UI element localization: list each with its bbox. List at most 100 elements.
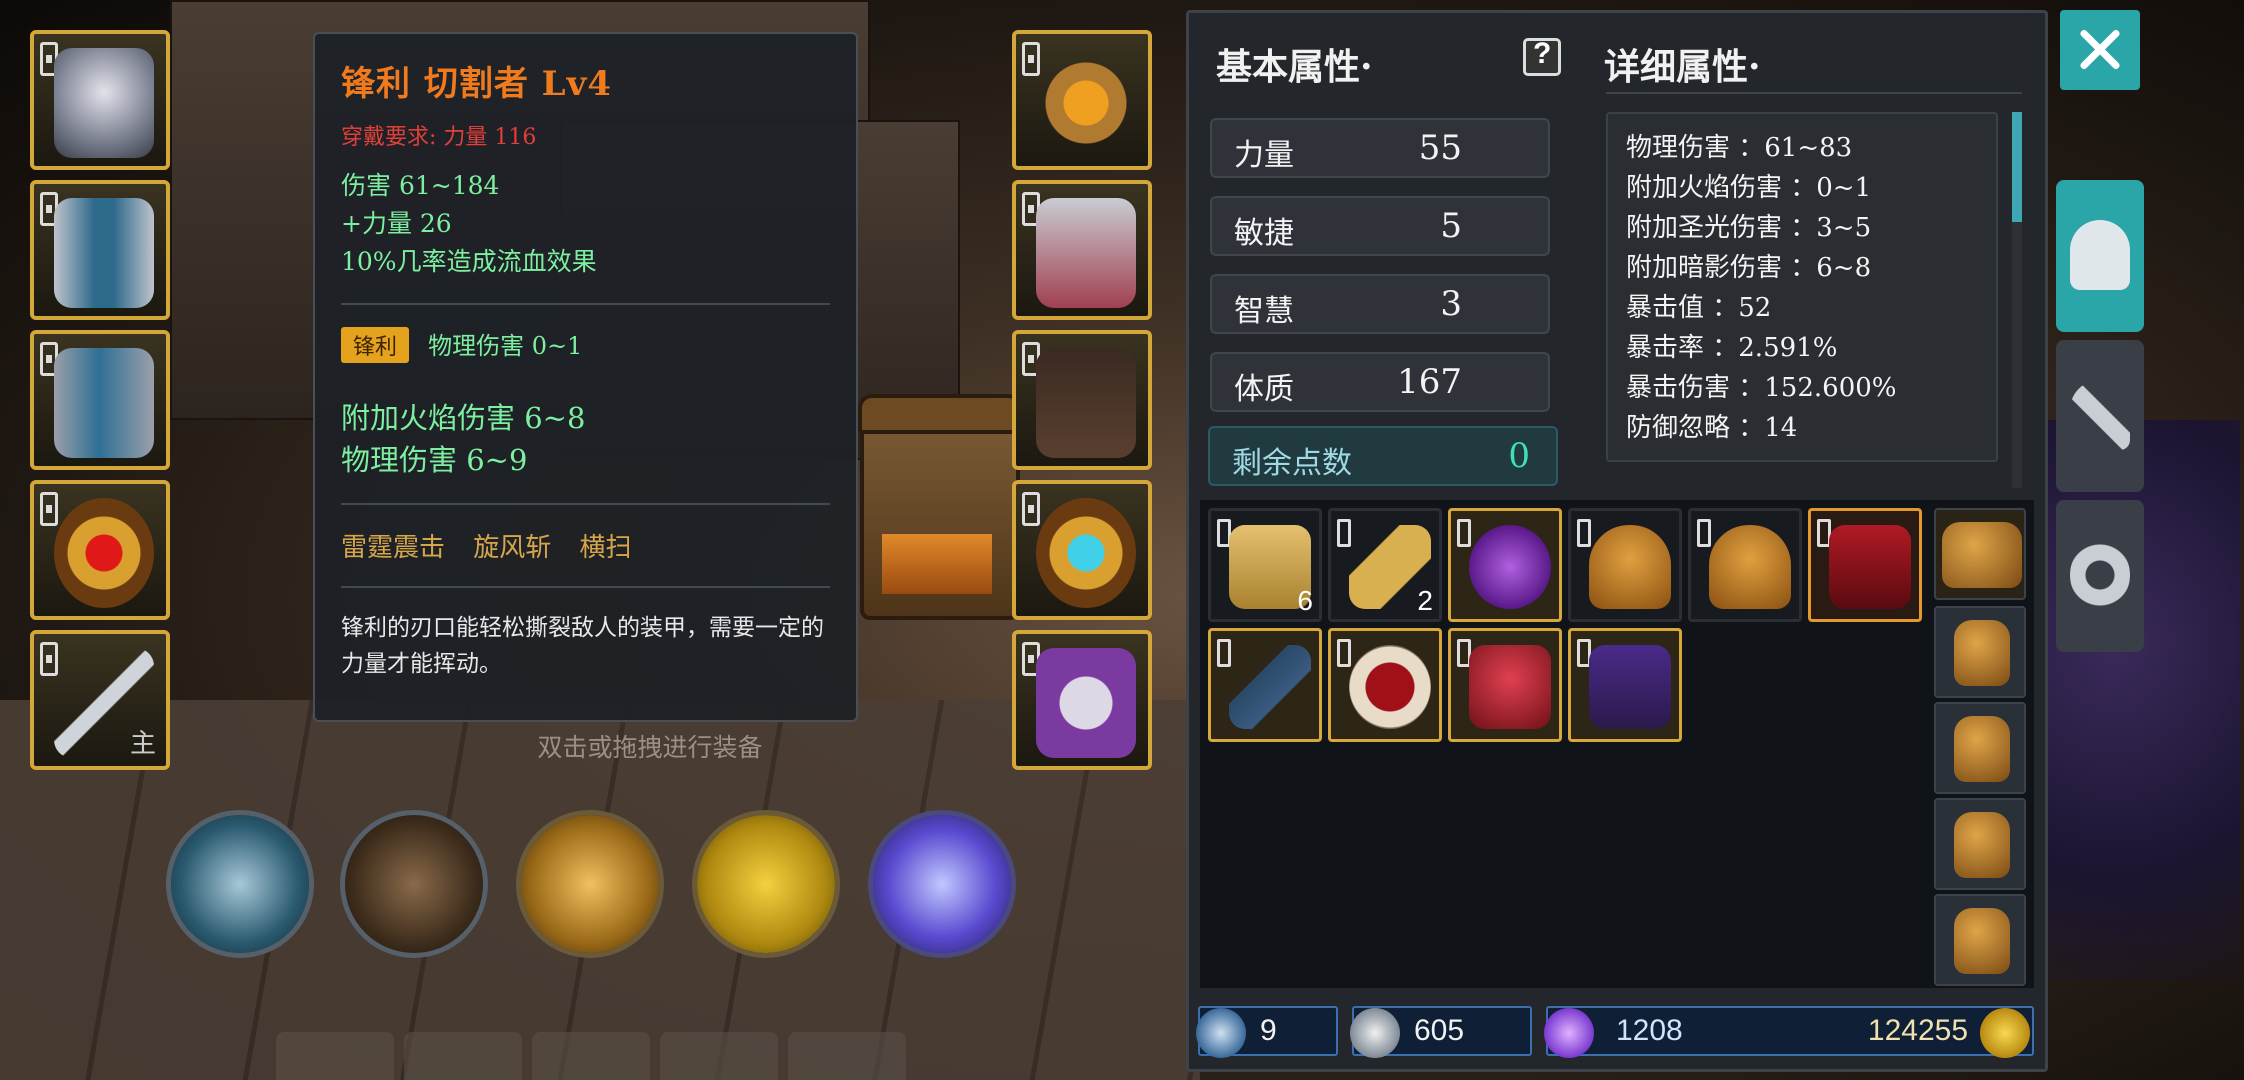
amulet-icon bbox=[1036, 48, 1136, 158]
equip-slot-armor[interactable] bbox=[30, 180, 170, 320]
red-axe-icon bbox=[1469, 645, 1551, 729]
item-count: 2 bbox=[1417, 585, 1433, 616]
detail-scrollbar[interactable] bbox=[2012, 112, 2022, 488]
equip-slot-gloves[interactable] bbox=[1012, 180, 1152, 320]
stat-label: 敏捷 bbox=[1234, 216, 1294, 251]
inventory-slot[interactable] bbox=[1448, 628, 1562, 742]
lock-icon bbox=[1337, 639, 1351, 667]
inventory-slot[interactable] bbox=[1568, 628, 1682, 742]
equip-slot-weapon[interactable]: 主 bbox=[30, 630, 170, 770]
item-damage: 伤害 61~184 bbox=[341, 171, 500, 200]
currency-wand: 9 bbox=[1196, 1006, 1338, 1058]
fist-burst-skill-icon bbox=[521, 815, 659, 953]
close-button[interactable] bbox=[2060, 10, 2140, 90]
purple-potion-icon bbox=[1469, 525, 1551, 609]
lock-icon bbox=[1022, 492, 1040, 526]
item-bleed-effect: 10%几率造成流血效果 bbox=[341, 247, 597, 276]
bottom-tab-4[interactable] bbox=[660, 1032, 778, 1080]
equip-slot-amulet[interactable] bbox=[1012, 30, 1152, 170]
detail-crit-value: 暴击值 ：52 bbox=[1626, 293, 1772, 323]
remaining-points-label: 剩余点数 bbox=[1232, 446, 1352, 481]
inventory-slot[interactable] bbox=[1448, 508, 1562, 622]
equip-slot-boots[interactable] bbox=[1012, 330, 1152, 470]
item-strength-bonus: +力量 26 bbox=[341, 209, 452, 238]
tooltip-divider bbox=[341, 586, 830, 588]
title-divider bbox=[1606, 92, 2022, 94]
stat-wisdom: 智慧 3 bbox=[1210, 274, 1550, 334]
gold-count: 124255 bbox=[1867, 1014, 1968, 1047]
game-scene: 主 锋利 切割者 Lv4 穿戴要求: 力量 116 伤害 61~184 +力量 … bbox=[0, 0, 2244, 1080]
ring-icon bbox=[1036, 498, 1136, 608]
bag-slot[interactable] bbox=[1934, 508, 2026, 600]
inventory-slot[interactable]: 2 bbox=[1328, 508, 1442, 622]
bottom-tab-3[interactable] bbox=[532, 1032, 650, 1080]
bottom-tab-2[interactable] bbox=[404, 1032, 522, 1080]
bottom-tab-1[interactable] bbox=[276, 1032, 394, 1080]
bag-slot[interactable] bbox=[1934, 798, 2026, 890]
equip-hint: 双击或拖拽进行装备 bbox=[537, 733, 763, 762]
lock-icon bbox=[1697, 519, 1711, 547]
affix-badge: 锋利 bbox=[341, 327, 410, 363]
red-gem-ring-icon bbox=[1349, 645, 1431, 729]
dark-staff-icon bbox=[1229, 645, 1311, 729]
bag-icon bbox=[1954, 812, 2010, 878]
item-description: 锋利的刃口能轻松撕裂敌人的装甲，需要一定的力量才能挥动。 bbox=[341, 615, 824, 677]
equip-slot-ring-2[interactable] bbox=[1012, 480, 1152, 620]
currency-shards: 605 bbox=[1350, 1006, 1532, 1058]
crystal-icon bbox=[1544, 1008, 1594, 1058]
stat-label: 力量 bbox=[1234, 138, 1294, 173]
stat-label: 智慧 bbox=[1234, 294, 1294, 329]
gear-icon bbox=[2070, 540, 2130, 610]
skill-slot-3[interactable] bbox=[516, 810, 664, 958]
inventory-slot[interactable] bbox=[1808, 508, 1922, 622]
crystal-count: 1208 bbox=[1616, 1014, 1683, 1047]
affix-text: 物理伤害 0~1 bbox=[428, 332, 583, 360]
lock-icon bbox=[1022, 42, 1040, 76]
tab-settings[interactable] bbox=[2056, 500, 2144, 652]
lock-icon bbox=[40, 492, 58, 526]
detail-attributes-title: 详细属性· bbox=[1604, 46, 1761, 88]
ring-icon bbox=[54, 498, 154, 608]
skill-slot-5[interactable] bbox=[868, 810, 1016, 958]
shard-icon bbox=[1350, 1008, 1400, 1058]
stat-strength: 力量 55 bbox=[1210, 118, 1550, 178]
skill-slot-1[interactable] bbox=[166, 810, 314, 958]
bag-slot[interactable] bbox=[1934, 894, 2026, 986]
crossed-swords-icon bbox=[2070, 380, 2130, 450]
skill-slot-2[interactable] bbox=[340, 810, 488, 958]
detail-attributes-list: 物理伤害 ：61~83 附加火焰伤害 ：0~1 附加圣光伤害 ：3~5 附加暗影… bbox=[1606, 112, 1998, 462]
bag-slot[interactable] bbox=[1934, 606, 2026, 698]
inventory-slot[interactable] bbox=[1568, 508, 1682, 622]
lock-icon bbox=[1577, 519, 1591, 547]
inventory-slot[interactable] bbox=[1208, 628, 1322, 742]
equip-slot-offhand[interactable] bbox=[1012, 630, 1152, 770]
gloves-icon bbox=[1036, 198, 1136, 308]
helmet-icon bbox=[2070, 220, 2130, 290]
equip-slot-helmet[interactable] bbox=[30, 30, 170, 170]
inventory-slot[interactable] bbox=[1688, 508, 1802, 622]
tab-skills[interactable] bbox=[2056, 340, 2144, 492]
lock-icon bbox=[1457, 519, 1471, 547]
stat-value: 5 bbox=[1440, 206, 1462, 246]
equip-slot-legs[interactable] bbox=[30, 330, 170, 470]
tab-equipment[interactable] bbox=[2056, 180, 2144, 332]
bag-slot[interactable] bbox=[1934, 702, 2026, 794]
shard-count: 605 bbox=[1414, 1014, 1465, 1047]
inventory-slot[interactable]: 6 bbox=[1208, 508, 1322, 622]
boots-icon bbox=[1036, 348, 1136, 458]
item-skills: 雷霆震击 旋风斩 横扫 bbox=[341, 533, 632, 563]
inventory-slot[interactable] bbox=[1328, 628, 1442, 742]
detail-physical-damage: 物理伤害 ：61~83 bbox=[1626, 133, 1853, 163]
equip-slot-ring[interactable] bbox=[30, 480, 170, 620]
bottom-tab-5[interactable] bbox=[788, 1032, 906, 1080]
detail-crit-damage: 暴击伤害 ：152.600% bbox=[1626, 373, 1897, 403]
skill-slot-4[interactable] bbox=[692, 810, 840, 958]
tooltip-divider bbox=[341, 503, 830, 505]
leather-pouch-icon bbox=[1709, 525, 1791, 609]
red-cape-icon bbox=[1829, 525, 1911, 609]
skull-offhand-icon bbox=[1036, 648, 1136, 758]
bag-icon bbox=[1954, 716, 2010, 782]
main-hand-tag: 主 bbox=[129, 729, 156, 759]
armor-icon bbox=[54, 198, 154, 308]
help-icon[interactable] bbox=[1523, 37, 1561, 76]
